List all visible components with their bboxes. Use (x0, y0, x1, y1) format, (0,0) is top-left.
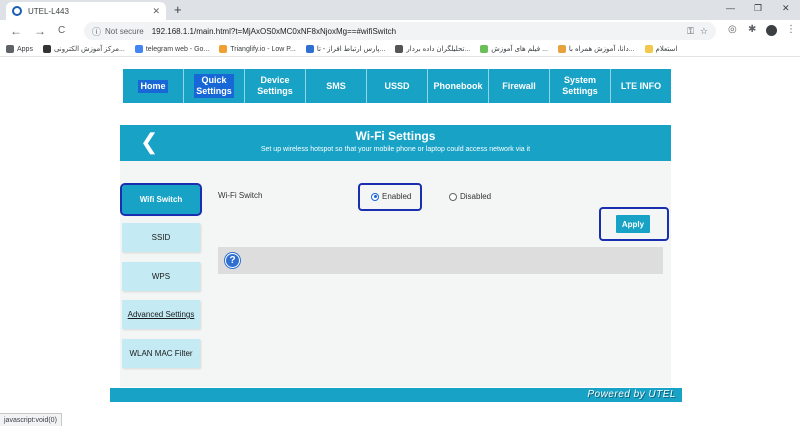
nav-system-settings[interactable]: System Settings (550, 69, 611, 103)
reload-icon[interactable]: C (58, 23, 65, 39)
bookmark-icon (42, 45, 51, 53)
bookmark-item[interactable]: فیلم های آموزش ... (480, 45, 548, 53)
radio-checked-icon[interactable] (371, 192, 379, 201)
sidebar-item-label: Wifi Switch (139, 195, 183, 204)
window-close-icon[interactable]: ✕ (782, 3, 790, 14)
apply-button[interactable]: Apply (616, 215, 650, 233)
sidebar-item-label: WLAN MAC Filter (129, 349, 193, 358)
forward-arrow-icon[interactable]: → (34, 23, 46, 39)
browser-tab[interactable]: UTEL-L443 ✕ (6, 2, 166, 20)
bookmark-item[interactable]: Trianglify.io - Low P... (219, 45, 296, 53)
folder-icon (644, 45, 653, 53)
sidebar-item-label: Advanced Settings (127, 310, 195, 319)
router-page: Home Quick Settings Device Settings SMS … (0, 58, 800, 410)
bookmark-item[interactable]: پارس ارتباط افراز - تا... (305, 45, 386, 53)
bookmark-label: استعلام (655, 46, 678, 53)
radio-unchecked-icon[interactable] (449, 192, 457, 201)
radio-disabled[interactable]: Disabled (449, 192, 491, 201)
bookmarks-bar: Apps مرکز آموزش الکترونی... telegram web… (0, 42, 800, 57)
apps-icon (6, 45, 14, 53)
star-icon[interactable]: ☆ (700, 26, 708, 37)
menu-icon[interactable]: ⋮ (786, 24, 796, 35)
nav-firewall[interactable]: Firewall (489, 69, 550, 103)
help-icon[interactable]: ? (225, 253, 240, 268)
page-subtitle: Set up wireless hotspot so that your mob… (260, 146, 531, 153)
extensions-icon[interactable]: ✱ (748, 24, 756, 35)
panel-body: Wifi Switch SSID WPS Advanced Settings W… (120, 161, 671, 387)
bookmark-item[interactable]: استعلام (644, 45, 678, 53)
nav-label: System Settings (562, 75, 598, 96)
radio-label: Disabled (460, 192, 492, 201)
sidebar-item-wifi-switch[interactable]: Wifi Switch (120, 183, 202, 216)
radio-label: Enabled (382, 192, 412, 201)
bookmark-label: مرکز آموزش الکترونی... (53, 46, 125, 53)
sidebar-item-label: WPS (151, 272, 171, 281)
radio-enabled[interactable]: Enabled (371, 192, 411, 201)
sidebar-item-ssid[interactable]: SSID (122, 223, 200, 252)
address-bar[interactable]: ⓘ Not secure 192.168.1.1/main.html?t=MjA… (84, 22, 716, 40)
bookmark-item[interactable]: Apps (6, 45, 33, 53)
nav-home[interactable]: Home (123, 69, 184, 103)
footer-bar: Powered by UTEL (110, 388, 682, 402)
bookmark-icon (557, 45, 566, 53)
nav-label: SMS (326, 80, 346, 91)
back-arrow-icon[interactable]: ← (10, 23, 22, 39)
nav-lte-info[interactable]: LTE INFO (611, 69, 671, 103)
bookmark-item[interactable]: مرکز آموزش الکترونی... (42, 45, 125, 53)
key-icon[interactable]: ⚿ (687, 26, 694, 37)
bookmark-label: Trianglify.io - Low P... (230, 45, 296, 53)
sidebar-item-wps[interactable]: WPS (122, 262, 200, 291)
panel-header: ❮ Wi-Fi Settings Set up wireless hotspot… (120, 125, 671, 161)
bookmark-item[interactable]: دانا، آموزش همراه با... (557, 45, 635, 53)
sidebar-item-advanced-settings[interactable]: Advanced Settings (122, 300, 200, 329)
tab-title: UTEL-L443 (28, 6, 69, 16)
info-icon[interactable]: ⓘ (92, 25, 101, 38)
nav-label: LTE INFO (620, 80, 662, 91)
bookmark-label: پارس ارتباط افراز - تا... (316, 46, 386, 53)
powered-by-logo: Powered by UTEL (587, 389, 676, 400)
avatar[interactable] (766, 25, 777, 36)
new-tab-button[interactable]: + (174, 2, 182, 18)
nav-quick-settings[interactable]: Quick Settings (184, 69, 245, 103)
bookmark-label: تحلیلگران داده بردار... (406, 46, 471, 53)
bookmark-label: Apps (17, 45, 33, 53)
nav-label: Home (138, 79, 168, 93)
nav-label: Phonebook (433, 80, 483, 91)
bookmark-icon (305, 45, 314, 53)
nav-sms[interactable]: SMS (306, 69, 367, 103)
help-bar: ? (218, 247, 663, 274)
bookmark-label: دانا، آموزش همراه با... (568, 46, 635, 53)
triangle-icon (219, 45, 228, 53)
url-text[interactable]: 192.168.1.1/main.html?t=MjAxOS0xMC0xNF8x… (152, 27, 681, 36)
nav-device-settings[interactable]: Device Settings (245, 69, 306, 103)
bookmark-label: telegram web - Go... (145, 45, 210, 53)
browser-tab-bar: UTEL-L443 ✕ + — ❐ ✕ (0, 0, 800, 20)
minimize-icon[interactable]: — (726, 3, 735, 13)
nav-phonebook[interactable]: Phonebook (428, 69, 489, 103)
security-status: Not secure (105, 26, 144, 36)
sidebar-item-wlan-mac-filter[interactable]: WLAN MAC Filter (122, 339, 200, 368)
nav-ussd[interactable]: USSD (367, 69, 428, 103)
bookmark-icon (480, 45, 489, 53)
status-url: javascript:void(0) (0, 413, 62, 426)
top-navigation: Home Quick Settings Device Settings SMS … (123, 69, 671, 103)
field-label: Wi-Fi Switch (218, 191, 263, 200)
bookmark-label: فیلم های آموزش ... (491, 46, 548, 53)
bookmark-icon (395, 45, 404, 53)
sidebar-item-label: SSID (151, 233, 171, 242)
tab-close-icon[interactable]: ✕ (152, 6, 160, 17)
nav-label: Quick Settings (194, 74, 234, 98)
nav-label: USSD (384, 80, 410, 91)
globe-icon[interactable]: ◎ (728, 24, 737, 35)
page-title: Wi-Fi Settings (355, 129, 436, 143)
browser-toolbar: ← → C ⓘ Not secure 192.168.1.1/main.html… (0, 20, 800, 42)
nav-label: Firewall (502, 80, 536, 91)
maximize-icon[interactable]: ❐ (754, 3, 762, 14)
google-icon (134, 45, 143, 53)
site-favicon-icon (12, 6, 22, 16)
bookmark-item[interactable]: telegram web - Go... (134, 45, 210, 53)
bookmark-item[interactable]: تحلیلگران داده بردار... (395, 45, 470, 53)
nav-label: Device Settings (257, 75, 293, 96)
